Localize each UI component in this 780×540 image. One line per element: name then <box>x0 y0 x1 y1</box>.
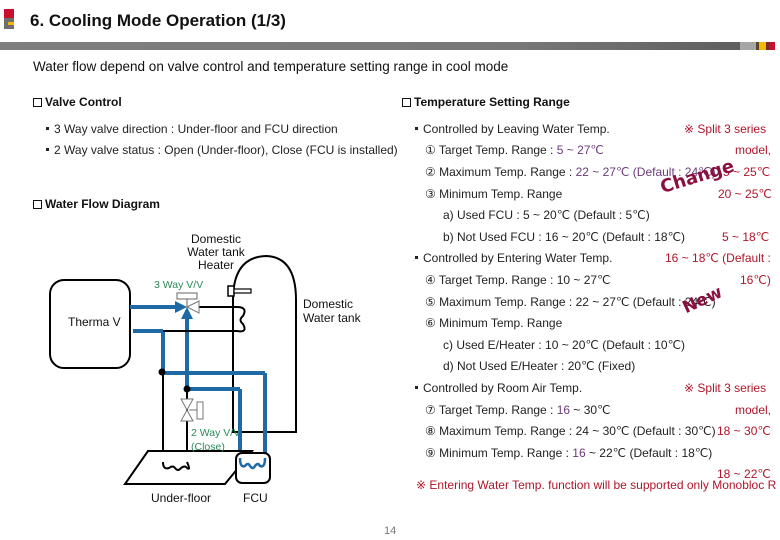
leaving-line: a) Used FCU : 5 ~ 20℃ (Default : 5℃) <box>443 208 650 222</box>
two-way-valve-label: 2 Way V/V (Close) <box>191 426 240 454</box>
note-text: model, <box>735 403 772 417</box>
two-way-valve-actuator <box>196 401 204 420</box>
note-text: 18 ~ 30℃ <box>717 424 771 438</box>
entering-line: d) Not Used E/Heater : 20℃ (Fixed) <box>443 359 636 373</box>
valve-port <box>180 408 194 422</box>
room-air-line: ⑨ Minimum Temp. Range : 16 ~ 22℃ (Defaul… <box>425 446 713 460</box>
room-air-line: ⑧ Maximum Temp. Range : 24 ~ 30℃ (Defaul… <box>425 424 716 438</box>
pipe-junction <box>183 385 191 393</box>
checkbox-square-icon <box>402 98 411 107</box>
tank-heater-rod <box>233 288 252 294</box>
split-series-note: ※ Split 3 series <box>684 381 767 395</box>
chip <box>769 42 775 50</box>
note-text: 20 ~ 25℃ <box>718 187 772 201</box>
room-air-line: ⑦ Target Temp. Range : 16 ~ 30℃ <box>425 403 611 417</box>
header-color-chips <box>740 42 775 50</box>
fcu-label: FCU <box>243 491 268 505</box>
heater-label: Domestic Water tank Heater <box>180 233 252 272</box>
page-number: 14 <box>384 525 397 537</box>
chip <box>759 42 766 50</box>
room-air-item: Controlled by Room Air Temp. <box>415 381 582 395</box>
pipe-junction <box>158 368 166 376</box>
entering-line: ④ Target Temp. Range : 10 ~ 27℃ <box>425 273 611 287</box>
leaving-line: ③ Minimum Temp. Range <box>425 187 563 201</box>
tank-label-line: Domestic <box>303 297 354 311</box>
note-text: 16 ~ 18℃ (Default : <box>665 251 771 265</box>
new-stamp: New <box>679 282 726 318</box>
entering-water-item: Controlled by Entering Water Temp. <box>415 251 612 265</box>
temperature-range-heading: Temperature Setting Range <box>402 95 570 109</box>
bullet-icon <box>415 386 418 389</box>
leaving-water-item: Controlled by Leaving Water Temp. <box>415 122 610 136</box>
leaving-line: ① Target Temp. Range : 5 ~ 27℃ <box>425 143 604 157</box>
footnote: ※ Entering Water Temp. function will be … <box>416 478 777 492</box>
leaving-line: b) Not Used FCU : 16 ~ 20℃ (Default : 18… <box>443 230 686 244</box>
three-way-valve-actuator <box>176 292 198 300</box>
note-text: model, <box>735 143 772 157</box>
chip <box>740 42 756 50</box>
tank-label-line: Water tank <box>303 311 361 325</box>
tank-label: Domestic Water tank <box>303 297 361 325</box>
two-way-label-line: 2 Way V/V <box>191 427 241 439</box>
tank-heater-icon <box>227 285 235 297</box>
note-text: 16℃) <box>740 273 771 287</box>
two-way-label-line: (Close) <box>191 441 225 453</box>
entering-line: c) Used E/Heater : 10 ~ 20℃ (Default : 1… <box>443 338 686 352</box>
heater-label-line: Heater <box>197 258 235 272</box>
note-text: 5 ~ 18℃ <box>722 230 770 244</box>
two-way-valve-icon <box>180 398 194 412</box>
split-series-note: ※ Split 3 series <box>684 122 767 136</box>
three-way-valve-label: 3 Way V/V <box>154 279 204 291</box>
entering-line: ⑤ Maximum Temp. Range : 22 ~ 27℃ (Defaul… <box>425 295 716 309</box>
entering-line: ⑥ Minimum Temp. Range <box>425 316 563 330</box>
bullet-icon <box>415 127 418 130</box>
underfloor-label: Under-floor <box>151 491 212 505</box>
bullet-icon <box>415 256 418 259</box>
therma-v-label: Therma V <box>68 315 121 329</box>
